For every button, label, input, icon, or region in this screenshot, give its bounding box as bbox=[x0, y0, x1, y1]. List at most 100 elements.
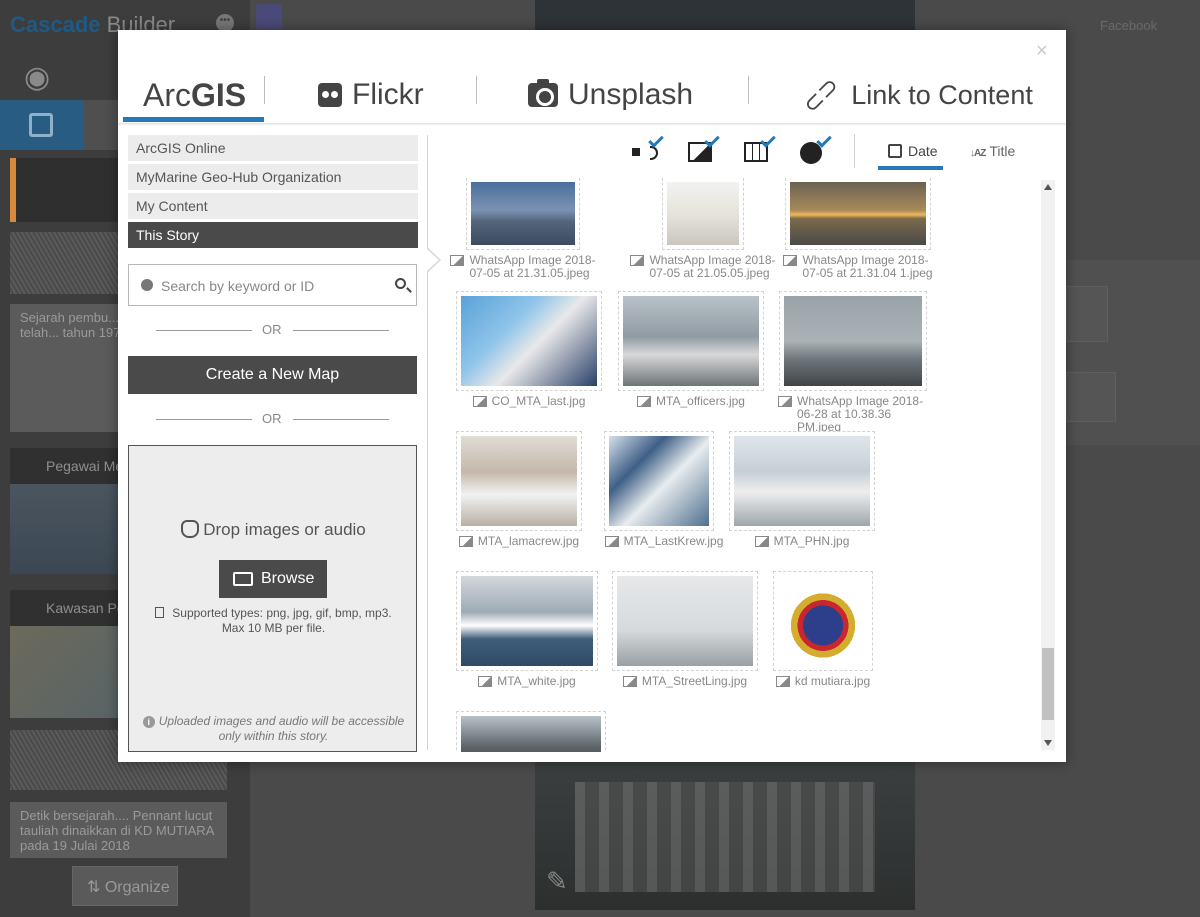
image-card[interactable]: WhatsApp Image 2018- 07-05 at 21.31.04 1.… bbox=[783, 178, 933, 280]
filter-audio-toggle[interactable] bbox=[632, 132, 666, 166]
media-source-tabs: Arc GIS Flickr Unsplash ⊂⊃ Link to Conten… bbox=[118, 30, 1066, 125]
image-icon bbox=[622, 676, 637, 687]
image-thumbnail bbox=[623, 296, 759, 386]
tab-flickr[interactable]: Flickr bbox=[318, 70, 424, 120]
or-divider: OR bbox=[128, 411, 418, 427]
organize-button: ⇅ Organize bbox=[72, 866, 178, 906]
scroll-down-arrow-icon[interactable] bbox=[1044, 740, 1052, 746]
upload-dropzone[interactable]: Drop images or audio Browse Supported ty… bbox=[128, 445, 417, 752]
or-divider: OR bbox=[128, 322, 418, 338]
image-icon bbox=[630, 255, 645, 266]
link-icon: ⊂⊃ bbox=[797, 71, 845, 119]
tab-separator bbox=[264, 76, 265, 104]
image-thumbnail bbox=[461, 716, 601, 752]
share-link: Facebook bbox=[1100, 18, 1158, 33]
image-icon bbox=[458, 536, 473, 547]
checkmark-icon bbox=[816, 132, 832, 148]
image-card[interactable]: MTA_PHN.jpg bbox=[729, 431, 875, 548]
tab-label: Arc bbox=[143, 76, 191, 113]
image-grid: WhatsApp Image 2018- 07-05 at 21.31.05.jp… bbox=[448, 178, 1040, 752]
scrollbar-thumb[interactable] bbox=[1042, 648, 1054, 720]
image-icon bbox=[775, 676, 790, 687]
sort-by-title-button[interactable]: ↓AZ Title bbox=[970, 143, 1015, 159]
image-icon bbox=[783, 255, 798, 266]
image-card[interactable]: kd mutiara.jpg bbox=[773, 571, 873, 688]
image-card[interactable]: MTA_officers.jpg bbox=[618, 291, 764, 408]
checkmark-icon bbox=[760, 132, 776, 148]
image-thumbnail bbox=[734, 436, 870, 526]
panel-divider bbox=[427, 135, 428, 750]
image-card[interactable]: MTA_white.jpg bbox=[456, 571, 598, 688]
upload-note: i Uploaded images and audio will be acces… bbox=[129, 714, 418, 744]
image-icon bbox=[637, 396, 652, 407]
tab-label-bold: GIS bbox=[191, 76, 247, 113]
active-tab-indicator bbox=[123, 117, 264, 122]
filter-separator bbox=[854, 134, 855, 168]
active-source-pointer bbox=[426, 247, 445, 273]
image-icon bbox=[754, 536, 769, 547]
image-caption: MTA_LastKrew.jpg bbox=[604, 535, 724, 548]
image-icon bbox=[778, 396, 792, 407]
image-caption: MTA_PHN.jpg bbox=[729, 535, 875, 548]
image-caption: MTA_lamacrew.jpg bbox=[456, 535, 582, 548]
tab-unsplash[interactable]: Unsplash bbox=[528, 70, 693, 120]
filter-map-toggle[interactable] bbox=[744, 132, 778, 166]
image-icon bbox=[472, 396, 487, 407]
floppy-icon bbox=[29, 113, 53, 137]
source-panel: ArcGIS Online MyMarine Geo-Hub Organizat… bbox=[128, 135, 418, 752]
search-input[interactable] bbox=[161, 275, 381, 297]
image-card[interactable]: WhatsApp Image 2018- 07-05 at 21.31.05.jp… bbox=[448, 178, 598, 280]
image-icon bbox=[604, 536, 619, 547]
browse-button[interactable]: Browse bbox=[219, 560, 327, 598]
search-icon[interactable] bbox=[395, 278, 406, 289]
calendar-icon bbox=[888, 144, 902, 158]
info-icon: i bbox=[142, 716, 155, 728]
source-this-story[interactable]: This Story bbox=[128, 222, 418, 248]
image-caption: CO_MTA_last.jpg bbox=[456, 395, 602, 408]
image-thumbnail bbox=[609, 436, 709, 526]
image-thumbnail bbox=[461, 436, 577, 526]
tab-label: Unsplash bbox=[568, 78, 694, 111]
image-thumbnail bbox=[471, 182, 575, 245]
media-picker-dialog: × Arc GIS Flickr Unsplash ⊂⊃ Link to Cont… bbox=[118, 30, 1066, 762]
image-caption: WhatsApp Image 2018- 07-05 at 21.31.04 1.… bbox=[783, 254, 933, 280]
source-organization[interactable]: MyMarine Geo-Hub Organization bbox=[128, 164, 418, 190]
tab-label: Flickr bbox=[352, 78, 424, 111]
image-card[interactable]: CO_MTA_last.jpg bbox=[456, 291, 602, 408]
image-card[interactable]: MTA_StreetLing.jpg bbox=[612, 571, 758, 688]
image-card[interactable] bbox=[456, 711, 606, 752]
pencil-icon: ✎ bbox=[546, 866, 568, 896]
image-thumbnail bbox=[461, 296, 597, 386]
image-caption: WhatsApp Image 2018- 07-05 at 21.05.05.jp… bbox=[628, 254, 778, 280]
image-caption: MTA_officers.jpg bbox=[618, 395, 764, 408]
image-caption: WhatsApp Image 2018- 06-28 at 10.38.36 PM… bbox=[778, 395, 928, 434]
filter-image-toggle[interactable] bbox=[688, 132, 722, 166]
tab-link-to-content[interactable]: ⊂⊃ Link to Content bbox=[797, 70, 1033, 120]
image-card[interactable]: MTA_lamacrew.jpg bbox=[456, 431, 582, 548]
tab-separator bbox=[476, 76, 477, 104]
image-caption: MTA_StreetLing.jpg bbox=[612, 675, 758, 688]
sort-alpha-icon: ↓AZ bbox=[970, 148, 986, 159]
image-card[interactable]: MTA_LastKrew.jpg bbox=[604, 431, 723, 548]
tab-arcgis[interactable]: Arc GIS bbox=[143, 70, 246, 120]
settings-panel bbox=[1066, 260, 1200, 445]
camera-icon bbox=[528, 79, 558, 107]
image-caption: MTA_white.jpg bbox=[456, 675, 598, 688]
tab-label: Link to Content bbox=[851, 79, 1033, 110]
search-box bbox=[128, 264, 417, 306]
scroll-up-arrow-icon[interactable] bbox=[1044, 184, 1052, 190]
source-my-content[interactable]: My Content bbox=[128, 193, 418, 219]
flickr-icon bbox=[318, 83, 342, 107]
filter-scene-toggle[interactable] bbox=[800, 132, 834, 166]
image-card[interactable]: WhatsApp Image 2018- 06-28 at 10.38.36 PM… bbox=[778, 291, 928, 434]
dropzone-title: Drop images or audio bbox=[129, 520, 418, 540]
story-photo-top bbox=[535, 0, 915, 30]
sort-by-date-button[interactable]: Date bbox=[878, 140, 943, 170]
create-new-map-button[interactable]: Create a New Map bbox=[128, 356, 417, 394]
hand-icon bbox=[181, 520, 200, 538]
image-caption: kd mutiara.jpg bbox=[773, 675, 873, 688]
source-arcgis-online[interactable]: ArcGIS Online bbox=[128, 135, 418, 161]
image-thumbnail bbox=[790, 182, 926, 245]
file-icon bbox=[155, 607, 165, 618]
image-card[interactable]: WhatsApp Image 2018- 07-05 at 21.05.05.jp… bbox=[628, 178, 778, 280]
